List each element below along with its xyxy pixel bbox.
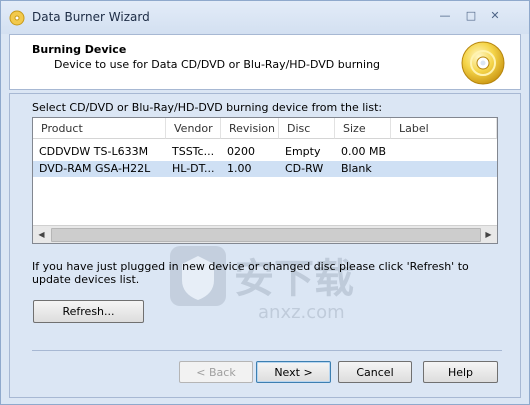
close-icon[interactable]: ✕: [487, 9, 503, 23]
cell-revision: 0200: [227, 145, 255, 158]
watermark-subtext: anxz.com: [258, 302, 345, 322]
title-bar[interactable]: Data Burner Wizard — □ ✕: [1, 1, 529, 34]
scroll-right-icon[interactable]: ▶: [480, 226, 497, 243]
table-row-selected[interactable]: DVD-RAM GSA-H22L HL-DT... 1.00 CD-RW Bla…: [33, 161, 497, 177]
column-header-size[interactable]: Size: [335, 118, 391, 139]
cell-label: [391, 144, 497, 160]
cd-disc-icon: [461, 41, 505, 85]
refresh-button[interactable]: Refresh...: [33, 300, 144, 323]
cell-product: CDDVDW TS-L633M: [39, 145, 149, 158]
cell-disc: CD-RW: [285, 162, 324, 175]
cell-revision: 1.00: [227, 162, 252, 175]
column-header-product[interactable]: Product: [33, 118, 166, 139]
cancel-button[interactable]: Cancel: [338, 361, 412, 383]
column-header-label[interactable]: Label: [391, 118, 497, 139]
wizard-window: Data Burner Wizard — □ ✕ Burning Device …: [0, 0, 530, 405]
cell-vendor: HL-DT...: [172, 162, 215, 175]
device-list[interactable]: Product Vendor Revision Disc Size Label …: [32, 117, 498, 244]
minimize-icon[interactable]: —: [437, 9, 453, 23]
page-title: Burning Device: [32, 43, 127, 56]
maximize-icon[interactable]: □: [463, 9, 479, 23]
cell-size: 0.00 MB: [341, 145, 387, 158]
help-button[interactable]: Help: [423, 361, 498, 383]
cell-label: [391, 161, 497, 177]
divider: [32, 350, 502, 351]
cell-vendor: TSSTc...: [172, 145, 215, 158]
column-header-revision[interactable]: Revision: [221, 118, 279, 139]
column-header-disc[interactable]: Disc: [279, 118, 335, 139]
horizontal-scrollbar[interactable]: ◀ ▶: [33, 225, 497, 243]
refresh-info-text: If you have just plugged in new device o…: [32, 260, 469, 286]
cell-product: DVD-RAM GSA-H22L: [39, 162, 151, 175]
scrollbar-thumb[interactable]: [51, 228, 481, 242]
wizard-header: Burning Device Device to use for Data CD…: [9, 34, 521, 90]
page-subtitle: Device to use for Data CD/DVD or Blu-Ray…: [54, 58, 381, 71]
next-button[interactable]: Next >: [256, 361, 331, 383]
window-title: Data Burner Wizard: [32, 10, 150, 24]
content-panel: Select CD/DVD or Blu-Ray/HD-DVD burning …: [9, 93, 521, 398]
device-list-label: Select CD/DVD or Blu-Ray/HD-DVD burning …: [32, 101, 383, 114]
table-row[interactable]: CDDVDW TS-L633M TSSTc... 0200 Empty 0.00…: [33, 144, 497, 160]
scroll-left-icon[interactable]: ◀: [33, 226, 50, 243]
cell-disc: Empty: [285, 145, 321, 158]
disc-app-icon: [9, 10, 25, 26]
cell-size: Blank: [341, 162, 372, 175]
back-button[interactable]: < Back: [179, 361, 253, 383]
column-header-vendor[interactable]: Vendor: [166, 118, 221, 139]
